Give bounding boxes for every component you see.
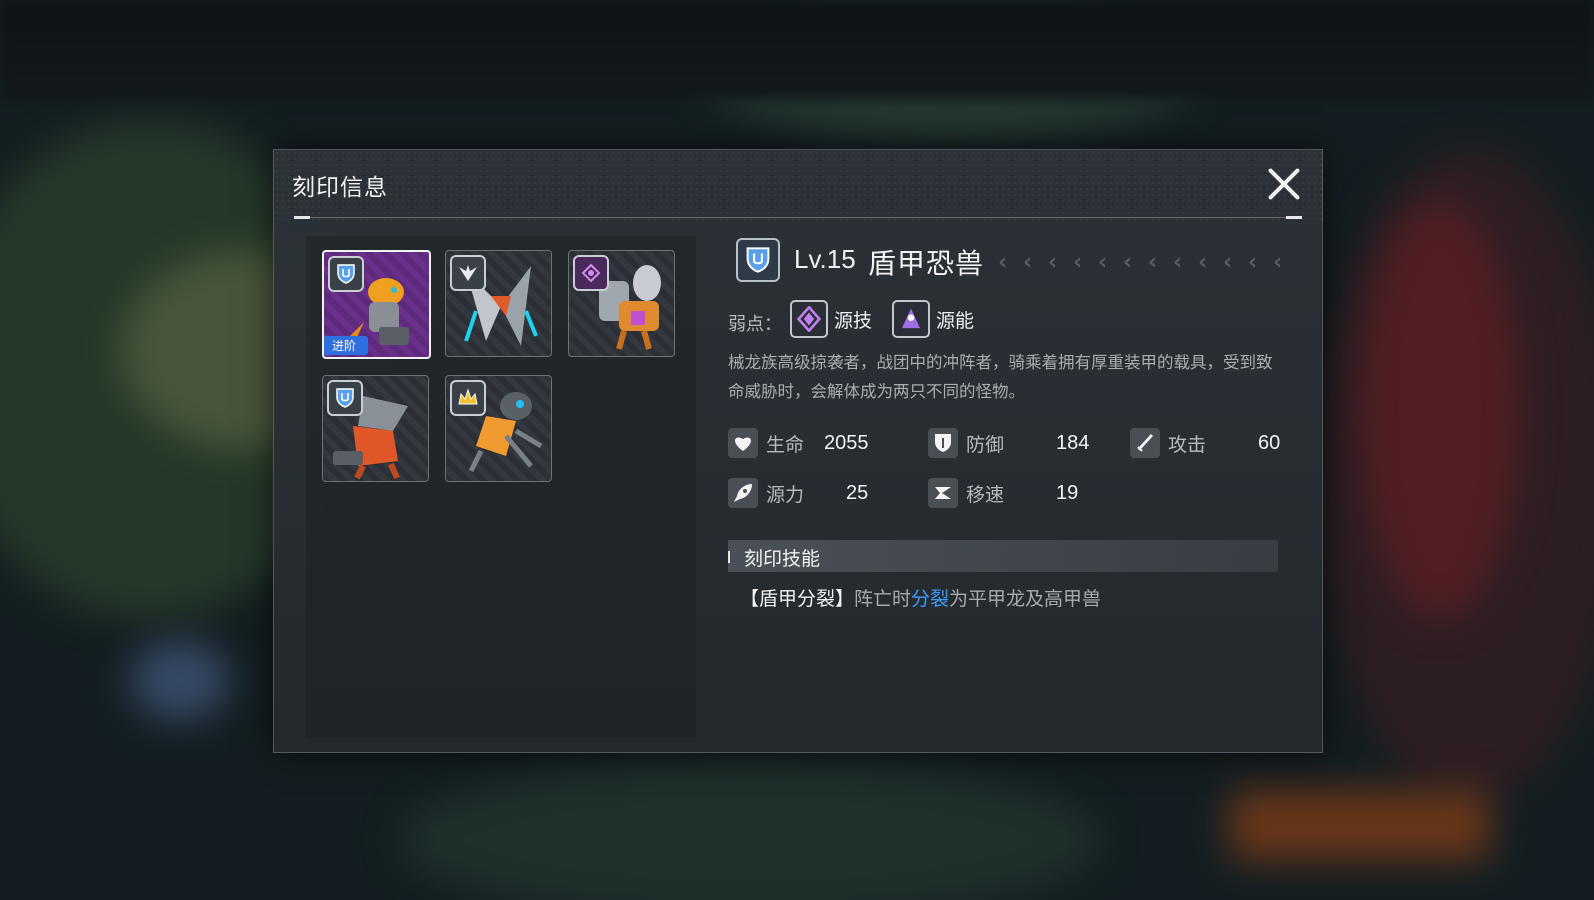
advanced-badge: 进阶 [324,336,369,355]
monster-card-crown-mech[interactable] [445,375,552,482]
rocket-icon [728,478,758,508]
speed-icon [928,478,958,508]
dialog-title: 刻印信息 [292,175,388,201]
source-energy-icon [892,300,930,338]
skill-name: 【盾甲分裂】 [740,588,855,610]
source-skill-icon [790,300,828,338]
stat-defense: 防御 184 [928,426,1089,460]
weakness-row: 弱点： 源技 源能 [728,296,1288,342]
stat-value: 60 [1258,431,1281,454]
skill-text-before: 阵亡时 [854,588,912,610]
stat-value: 184 [1056,431,1090,454]
monster-card-grid: 进阶 [306,236,696,738]
monster-name-row: Lv.15 盾甲恐兽 ‹ ‹ ‹ ‹ ‹ ‹ ‹ ‹ ‹ ‹ ‹ ‹ [728,236,1288,286]
monster-name: 盾甲恐兽 [868,247,985,280]
monster-level: Lv.15 [794,244,856,274]
close-icon[interactable] [1266,166,1302,202]
stats-grid: 生命 2055 防御 184 攻击 60 源力 25 移速 19 [728,426,1288,536]
stat-label: 攻击 [1168,433,1207,456]
section-marker [728,551,730,563]
monster-card-hammer-beast[interactable] [568,250,675,357]
monster-card-shield-raptor[interactable] [322,375,429,482]
arcane-type-icon [573,255,609,291]
wing-type-icon [450,255,486,291]
monster-card-wing-mech[interactable] [445,250,552,357]
stat-move-speed: 移速 19 [928,476,1078,510]
crown-type-icon [450,380,486,416]
header-tick-left [294,216,310,219]
sword-icon [1130,428,1160,458]
stat-value: 19 [1056,481,1079,504]
heart-icon [728,428,758,458]
dialog-header [274,150,1322,220]
shield-type-icon [327,380,363,416]
skill-text-after: 为平甲龙及高甲兽 [949,588,1102,610]
stat-label: 防御 [966,433,1005,456]
stat-label: 生命 [766,433,805,456]
weakness-text: 源能 [936,309,975,332]
stat-value: 25 [846,481,869,504]
stat-source-power: 源力 25 [728,476,868,510]
stat-label: 源力 [766,483,805,506]
skill-keyword-link[interactable]: 分裂 [911,588,949,610]
stat-attack: 攻击 60 [1130,426,1280,460]
weakness-source-energy: 源能 [892,300,974,338]
weakness-label: 弱点： [728,314,782,335]
header-tick-right [1286,216,1302,219]
defense-shield-icon [928,428,958,458]
monster-info-panel: Lv.15 盾甲恐兽 ‹ ‹ ‹ ‹ ‹ ‹ ‹ ‹ ‹ ‹ ‹ ‹ 弱点： 源技 源能 械龙族高级掠… [728,236,1288,611]
stat-value: 2055 [824,431,869,454]
stat-label: 移速 [966,483,1005,506]
decorative-chevrons: ‹ ‹ ‹ ‹ ‹ ‹ ‹ ‹ ‹ ‹ ‹ ‹ [998,252,1283,274]
weakness-source-skill: 源技 [790,300,872,338]
imprint-skill-title: 刻印技能 [744,548,821,570]
imprint-info-dialog: 刻印信息 进阶 Lv.15 盾甲恐兽 ‹ ‹ ‹ ‹ ‹ ‹ ‹ ‹ ‹ ‹ ‹… [273,149,1323,753]
imprint-skill-header: 刻印技能 [728,540,1278,572]
header-divider [294,217,1302,218]
shield-type-icon [736,238,780,282]
monster-card-shield-dino[interactable]: 进阶 [322,250,431,359]
imprint-skill-description: 【盾甲分裂】阵亡时分裂为平甲龙及高甲兽 [740,584,1288,611]
stat-hp: 生命 2055 [728,426,869,460]
weakness-text: 源技 [834,309,873,332]
monster-description: 械龙族高级掠袭者，战团中的冲阵者，骑乘着拥有厚重装甲的载具，受到致命威胁时，会解… [728,353,1273,401]
